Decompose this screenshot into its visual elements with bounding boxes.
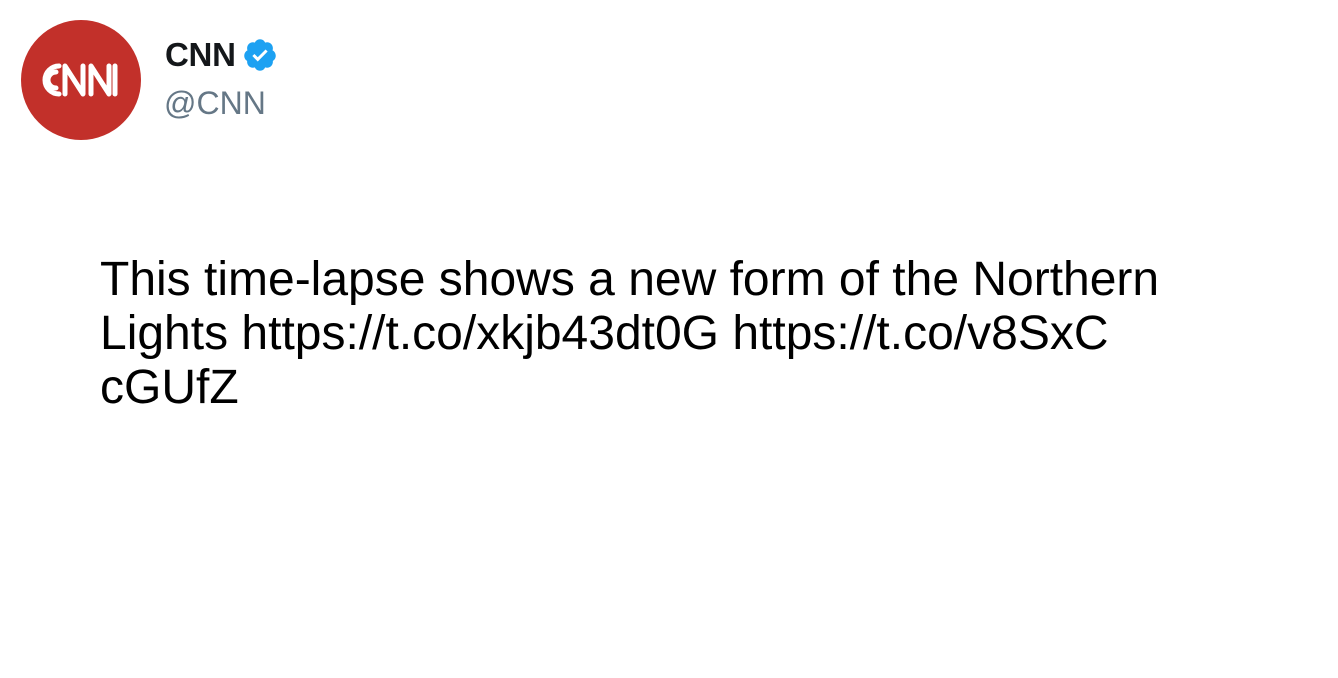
- tweet-text-line: This time-lapse shows a new form of the …: [100, 253, 1160, 306]
- tweet-text: This time-lapse shows a new form of the …: [100, 253, 1230, 415]
- tweet-text-line[interactable]: Lights https://t.co/xkjb43dt0G https://t…: [100, 307, 1230, 361]
- author-name-row: CNN: [165, 34, 278, 76]
- verified-badge-icon: [242, 37, 278, 73]
- tweet-text-line[interactable]: cGUfZ: [100, 361, 1230, 415]
- avatar[interactable]: [21, 20, 141, 140]
- author-display-name[interactable]: CNN: [165, 34, 236, 76]
- author-handle[interactable]: @CNN: [164, 83, 266, 123]
- cnn-logo-icon: [42, 63, 118, 97]
